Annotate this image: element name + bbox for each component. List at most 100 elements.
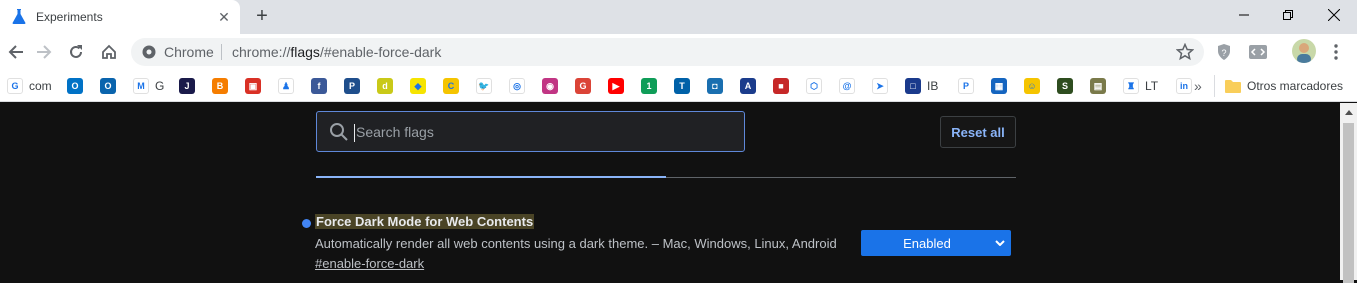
new-tab-button[interactable]: + <box>251 6 273 28</box>
tab-experiments[interactable]: Experiments ✕ <box>0 0 240 34</box>
search-icon <box>330 123 348 141</box>
bookmark-item[interactable]: in <box>1176 77 1192 95</box>
url-scheme: chrome:// <box>232 44 291 60</box>
bookmark-item[interactable]: T <box>674 77 690 95</box>
close-icon[interactable]: ✕ <box>213 6 235 28</box>
bookmarks-bar: » Otros marcadores Gcom O O M G J B ▣ ♟ f Pd ◆ C 🐦 ◎ ◉ G… <box>0 70 1357 102</box>
bookmark-item[interactable]: Gcom <box>7 77 52 95</box>
bookmark-star-icon[interactable] <box>1176 43 1194 61</box>
bookmark-item[interactable]: ➤ <box>872 77 888 95</box>
close-window-icon <box>1328 9 1340 21</box>
url-text[interactable]: chrome://flags/#enable-force-dark <box>232 44 441 60</box>
p21-icon: P <box>344 78 360 94</box>
bookmark-item[interactable]: P <box>958 77 974 95</box>
bookmark-item[interactable]: @ <box>839 77 855 95</box>
shield-extension-icon[interactable]: ? <box>1214 42 1234 62</box>
bookmark-item[interactable]: 🐦 <box>476 77 492 95</box>
bookmark-item[interactable]: f <box>311 77 327 95</box>
chrome-page-icon <box>142 45 156 59</box>
bookmark-item[interactable]: O <box>100 77 116 95</box>
bookmark-item[interactable]: □ IB <box>905 77 938 95</box>
other-bookmarks-folder[interactable]: Otros marcadores <box>1225 77 1343 95</box>
flag-state-select[interactable]: Enabled <box>861 230 1011 256</box>
bookmark-item[interactable]: G <box>575 77 591 95</box>
reload-icon <box>70 45 82 58</box>
bookmark-item[interactable]: ▤ <box>1090 77 1106 95</box>
forward-button[interactable] <box>30 38 58 66</box>
flag-title: Force Dark Mode for Web Contents <box>315 214 535 229</box>
youtube-icon: ▶ <box>608 78 624 94</box>
minimize-icon <box>1239 14 1249 16</box>
search-input[interactable] <box>354 112 734 151</box>
restore-button[interactable] <box>1265 0 1311 30</box>
a-plus-icon: A <box>740 78 756 94</box>
flag-permalink[interactable]: #enable-force-dark <box>315 256 424 271</box>
menu-button[interactable] <box>1326 42 1346 62</box>
bookmark-item[interactable]: d <box>377 77 393 95</box>
d-icon: d <box>377 78 393 94</box>
bookmark-item[interactable]: ♟ <box>278 77 294 95</box>
bookmarks-overflow-button[interactable]: » <box>1194 77 1202 95</box>
close-window-button[interactable] <box>1311 0 1357 30</box>
reset-all-button[interactable]: Reset all <box>940 116 1016 148</box>
bookmark-item[interactable]: O <box>67 77 83 95</box>
select-value: Enabled <box>903 235 951 251</box>
bookmark-item[interactable]: ▦ <box>991 77 1007 95</box>
bookmark-item[interactable]: J <box>179 77 195 95</box>
back-button[interactable] <box>2 38 30 66</box>
arrow-icon: ➤ <box>872 78 888 94</box>
folder-icon <box>1225 80 1241 93</box>
bookmark-item[interactable]: ☺ <box>1024 77 1040 95</box>
bookmark-label: LT <box>1145 79 1159 93</box>
flags-page: Reset all Force Dark Mode for Web Conten… <box>0 103 1340 280</box>
address-bar[interactable]: Chrome chrome://flags/#enable-force-dark <box>131 38 1204 66</box>
bookmark-item[interactable]: P <box>344 77 360 95</box>
bookmark-item[interactable]: A <box>740 77 756 95</box>
bookmark-item[interactable]: B <box>212 77 228 95</box>
bookmark-item[interactable]: ■ <box>773 77 789 95</box>
bookmark-item[interactable]: ▶ <box>608 77 624 95</box>
bookmark-item[interactable]: S <box>1057 77 1073 95</box>
shop-icon: ▣ <box>245 78 261 94</box>
robot-icon: ♜ <box>1123 78 1139 94</box>
minimize-button[interactable] <box>1221 0 1267 30</box>
bookmark-item[interactable]: ⬡ <box>806 77 822 95</box>
profile-avatar[interactable] <box>1292 39 1316 63</box>
bookmark-item[interactable]: MG <box>133 77 164 95</box>
blogger-icon: B <box>212 78 228 94</box>
twitter-icon: 🐦 <box>476 78 492 94</box>
scroll-up-arrow-icon[interactable] <box>1340 105 1357 119</box>
badge-icon: ◆ <box>410 78 426 94</box>
bookmark-item[interactable]: ◎ <box>509 77 525 95</box>
home-button[interactable] <box>95 38 123 66</box>
toolbar: Chrome chrome://flags/#enable-force-dark… <box>0 34 1357 70</box>
google-icon: G <box>7 78 23 94</box>
tab-available-indicator[interactable] <box>316 176 666 178</box>
kebab-menu-icon <box>1334 44 1338 60</box>
c-icon: C <box>443 78 459 94</box>
chat-icon: ◘ <box>707 78 723 94</box>
vertical-scrollbar[interactable] <box>1340 103 1357 283</box>
reload-button[interactable] <box>62 38 90 66</box>
linkedin-icon: in <box>1176 78 1192 94</box>
bookmark-item[interactable]: 1 <box>641 77 657 95</box>
bookmark-item[interactable]: ▣ <box>245 77 261 95</box>
scheme-chip: Chrome <box>164 44 214 60</box>
bookmark-item[interactable]: ◆ <box>410 77 426 95</box>
paypal-icon: P <box>958 78 974 94</box>
outlook-icon: O <box>100 78 116 94</box>
svg-text:?: ? <box>1221 48 1226 58</box>
box-icon: ■ <box>773 78 789 94</box>
search-box[interactable] <box>316 111 745 152</box>
facebook-icon: f <box>311 78 327 94</box>
bookmark-item[interactable]: C <box>443 77 459 95</box>
instagram-icon: ◉ <box>542 78 558 94</box>
home-icon <box>102 44 116 59</box>
bookmark-item[interactable]: ◉ <box>542 77 558 95</box>
bookmark-item[interactable]: ♜ LT <box>1123 77 1158 95</box>
bookmark-label: com <box>29 79 52 93</box>
scrollbar-thumb[interactable] <box>1343 123 1354 283</box>
tab-strip: Experiments ✕ + <box>0 0 1357 34</box>
bookmark-item[interactable]: ◘ <box>707 77 723 95</box>
code-extension-icon[interactable] <box>1248 42 1268 62</box>
